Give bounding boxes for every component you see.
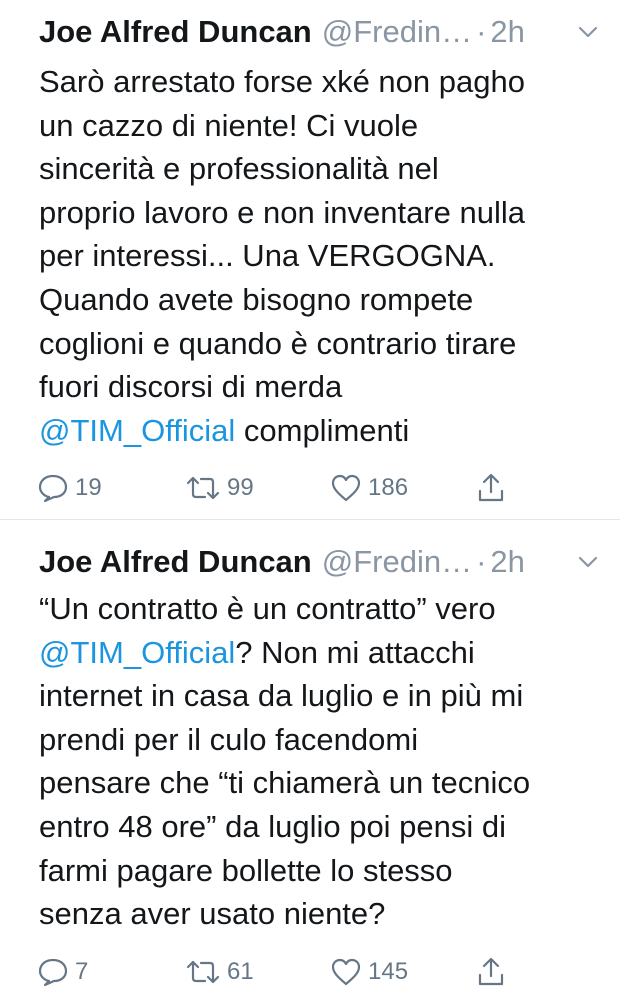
timestamp[interactable]: 2h (490, 544, 524, 579)
tweet-line: farmi pagare bollette lo stesso (39, 852, 453, 888)
author-name[interactable]: Joe Alfred Duncan (39, 544, 312, 579)
share-button[interactable] (476, 952, 506, 992)
like-button[interactable]: 145 (330, 952, 408, 992)
share-icon (478, 473, 504, 502)
tweet-text: Sarò arrestato forse xké non pagho un ca… (39, 60, 609, 452)
reply-count: 7 (75, 958, 89, 985)
tweet-line: Quando avete bisogno rompete (39, 281, 474, 317)
share-icon (478, 957, 504, 986)
action-bar: 19 99 186 (0, 468, 620, 508)
timestamp[interactable]: 2h (490, 14, 524, 49)
tweet[interactable]: Joe Alfred Duncan @Fredin… · 2h Sarò arrest… (0, 0, 620, 520)
retweet-icon (186, 476, 220, 500)
action-bar: 7 61 145 (0, 952, 620, 992)
mention-link[interactable]: @TIM_Official (39, 635, 235, 670)
like-icon (331, 958, 361, 986)
tweet-line: coglioni e quando è contrario tirare (39, 325, 517, 361)
share-button[interactable] (476, 468, 506, 508)
separator-dot: · (476, 14, 487, 49)
retweet-button[interactable]: 99 (185, 468, 254, 508)
tweet-line: Sarò arrestato forse xké non pagho (39, 64, 525, 99)
author-name[interactable]: Joe Alfred Duncan (39, 14, 312, 49)
tweet-line: pensare che “ti chiamerà un tecnico (39, 765, 531, 801)
tweet-line-text: ? Non mi attacchi (235, 634, 475, 670)
tweet-line: fuori discorsi di merda (39, 369, 343, 405)
like-icon (331, 474, 361, 502)
reply-icon (38, 474, 68, 503)
tweet-line: @TIM_Official complimenti (39, 409, 609, 453)
tweet-header: Joe Alfred Duncan @Fredin… · 2h (39, 14, 599, 54)
retweet-count: 99 (227, 474, 254, 501)
tweet-line: senza aver usato niente? (39, 896, 386, 932)
tweet[interactable]: Joe Alfred Duncan @Fredin… · 2h “Un contrat… (0, 520, 620, 987)
tweet-line-text: complimenti (235, 412, 410, 448)
tweet-line: @TIM_Official? Non mi attacchi (39, 631, 609, 675)
author-handle[interactable]: @Fredin… (322, 14, 472, 49)
reply-button[interactable]: 19 (37, 468, 102, 508)
like-button[interactable]: 186 (330, 468, 408, 508)
separator-dot: · (476, 544, 487, 579)
tweet-line: proprio lavoro e non inventare nulla (39, 194, 525, 230)
retweet-button[interactable]: 61 (185, 952, 254, 992)
chevron-down-icon[interactable] (577, 24, 599, 40)
like-count: 145 (368, 958, 409, 985)
like-count: 186 (368, 474, 409, 501)
chevron-down-icon[interactable] (577, 554, 599, 570)
retweet-count: 61 (227, 958, 254, 985)
reply-count: 19 (75, 474, 102, 501)
tweet-text: “Un contratto è un contratto” vero @TIM_… (39, 587, 609, 936)
tweet-header: Joe Alfred Duncan @Fredin… · 2h (39, 544, 599, 584)
mention-link[interactable]: @TIM_Official (39, 413, 235, 448)
tweet-line: sincerità e professionalità nel (39, 151, 439, 187)
tweet-line: prendi per il culo facendomi (39, 721, 419, 757)
tweet-line: internet in casa da luglio e in più mi (39, 678, 524, 714)
tweet-line: un cazzo di niente! Ci vuole (39, 107, 419, 143)
tweet-line: entro 48 ore” da luglio poi pensi di (39, 808, 507, 844)
reply-button[interactable]: 7 (37, 952, 88, 992)
tweet-line: per interessi... Una VERGOGNA. (39, 238, 496, 274)
tweet-line: “Un contratto è un contratto” vero (39, 591, 496, 626)
author-handle[interactable]: @Fredin… (322, 544, 472, 579)
retweet-icon (186, 960, 220, 984)
reply-icon (38, 958, 68, 987)
